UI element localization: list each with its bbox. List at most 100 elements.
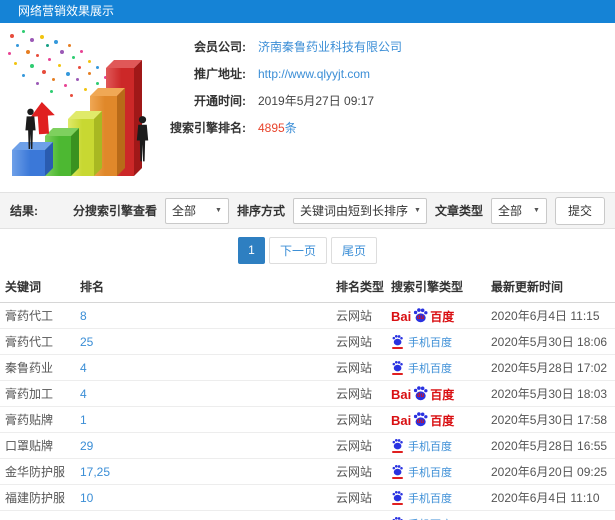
mobile-baidu-logo-icon: 手机百度	[391, 516, 452, 520]
submit-button[interactable]: 提交	[554, 196, 605, 225]
page-button-current[interactable]: 1	[237, 236, 265, 264]
table-row: 膏药代工 25 云网站 手机百度 2020年5月30日 18:06	[0, 329, 615, 355]
mobile-baidu-label: 手机百度	[408, 440, 452, 453]
chevron-down-icon: ▼	[215, 207, 222, 214]
header-update-time: 最新更新时间	[491, 280, 564, 294]
keyword-cell: 膏药代工	[5, 309, 54, 323]
paw-underline	[392, 373, 403, 375]
mobile-baidu-logo-icon: 手机百度	[391, 490, 452, 506]
rank-link[interactable]: 4	[80, 387, 87, 401]
sort-value: 关键词由短到长排序	[299, 204, 408, 218]
rank-link[interactable]: 29	[80, 439, 93, 453]
baidu-paw-icon: du	[414, 386, 428, 401]
rank-cell: 17,25	[80, 465, 336, 479]
rank-cell: 4	[80, 361, 336, 375]
info-row-url: 推广地址: http://www.qlyyjt.com	[0, 60, 615, 87]
table-row: 膏药贴牌 1 云网站 Bai du 百度 2020年5月30日 17:58	[0, 407, 615, 433]
rank-type-cell: 云网站	[336, 439, 373, 453]
page: 网络营销效果展示 会员公司: 济南秦鲁药业科技有限公司 推广地址: http:/…	[0, 0, 615, 520]
keyword-cell: 膏药贴牌	[5, 413, 54, 427]
window-titlebar: 网络营销效果展示	[0, 0, 615, 23]
baidu-paw-icon	[392, 464, 403, 476]
sort-select[interactable]: 关键词由短到长排序 ▼	[292, 197, 427, 224]
mobile-baidu-logo-icon: 手机百度	[391, 360, 452, 376]
rank-link[interactable]: 4	[80, 361, 87, 375]
rank-cell: 4	[80, 387, 336, 401]
engine-cell: Bai du 百度	[391, 385, 491, 402]
rank-cell: 1	[80, 413, 336, 427]
rank-count-number: 4895	[258, 121, 285, 135]
rank-link[interactable]: 1	[80, 413, 87, 427]
sort-label: 排序方式	[236, 204, 285, 218]
rank-type-cell: 云网站	[336, 413, 373, 427]
article-type-value: 全部	[497, 204, 522, 218]
header-engine-type: 搜索引擎类型	[391, 280, 464, 294]
engine-cell: 手机百度	[391, 334, 491, 350]
mobile-baidu-logo-icon: 手机百度	[391, 464, 452, 480]
keyword-cell: 秦鲁药业	[5, 361, 54, 375]
paw-underline	[392, 477, 403, 479]
top-section: 会员公司: 济南秦鲁药业科技有限公司 推广地址: http://www.qlyy…	[0, 23, 615, 189]
header-rank: 排名	[80, 280, 105, 294]
keyword-cell: 金华防护服	[5, 465, 66, 479]
engine-filter-label: 分搜索引擎查看	[72, 204, 157, 218]
rank-type-cell: 云网站	[336, 465, 373, 479]
rank-link[interactable]: 8	[80, 309, 87, 323]
keyword-cell: 膏药加工	[5, 387, 54, 401]
rank-count-value: 4895条	[258, 119, 297, 136]
next-page-button[interactable]: 下一页	[268, 236, 327, 264]
paw-underline	[392, 503, 403, 505]
mobile-baidu-logo-icon: 手机百度	[391, 334, 452, 350]
svg-text:du: du	[417, 419, 425, 425]
chevron-down-icon: ▼	[533, 207, 540, 214]
table-body: 膏药代工 8 云网站 Bai du 百度 2020年6月4日 11:15 膏药代工…	[0, 303, 615, 520]
rank-type-cell: 云网站	[336, 309, 373, 323]
promo-url-link[interactable]: http://www.qlyyjt.com	[258, 67, 370, 81]
chart-bar	[12, 142, 53, 176]
businessman-figure	[136, 116, 149, 162]
pagination: 1 下一页 尾页	[0, 229, 615, 271]
rank-type-cell: 云网站	[336, 387, 373, 401]
table-row: 膏药代工 8 云网站 Bai du 百度 2020年6月4日 11:15	[0, 303, 615, 329]
baidu-paw-icon: du	[414, 412, 428, 427]
company-label: 会员公司:	[194, 40, 246, 54]
engine-filter-select[interactable]: 全部 ▼	[164, 197, 229, 224]
header-rank-type: 排名类型	[336, 280, 385, 294]
baidu-paw-icon	[392, 334, 403, 346]
engine-filter-value: 全部	[171, 204, 196, 218]
engine-cell: Bai du 百度	[391, 411, 491, 428]
baidu-paw-icon	[392, 516, 403, 520]
keyword-cell: 口罩贴牌	[5, 439, 54, 453]
rank-link[interactable]: 10	[80, 491, 93, 505]
result-label: 结果:	[10, 204, 38, 218]
date-cell: 2020年5月30日 18:03	[491, 387, 608, 401]
table-row: 金华防护服 17,25 云网站 手机百度 2020年6月20日 09:25	[0, 459, 615, 485]
table-row: 膏药加工 4 云网站 Bai du 百度 2020年5月30日 18:03	[0, 381, 615, 407]
svg-text:du: du	[417, 315, 425, 321]
company-link[interactable]: 济南秦鲁药业科技有限公司	[258, 38, 402, 55]
info-row-company: 会员公司: 济南秦鲁药业科技有限公司	[0, 33, 615, 60]
baidu-paw-icon: du	[414, 308, 428, 323]
paw-underline	[392, 451, 403, 453]
rank-cell: 29	[80, 439, 336, 453]
table-row: 福建防护服 10 云网站 手机百度 2020年6月4日 11:10	[0, 485, 615, 511]
mobile-baidu-label: 手机百度	[408, 466, 452, 479]
baidu-logo-icon: Bai du 百度	[391, 308, 455, 324]
businessman-figure	[25, 108, 36, 150]
article-type-select[interactable]: 全部 ▼	[490, 197, 547, 224]
mobile-baidu-label: 手机百度	[408, 492, 452, 505]
engine-cell: 手机百度	[391, 438, 491, 454]
rank-link[interactable]: 17,25	[80, 465, 110, 479]
date-cell: 2020年5月28日 17:02	[491, 361, 608, 375]
open-time-value: 2019年5月27日 09:17	[258, 94, 375, 108]
table-row: 口罩贴牌 29 云网站 手机百度 2020年5月28日 16:55	[0, 433, 615, 459]
chevron-down-icon: ▼	[413, 207, 421, 214]
keyword-cell: 膏药代工	[5, 335, 54, 349]
mobile-baidu-label: 手机百度	[408, 362, 452, 375]
article-type-label: 文章类型	[434, 204, 483, 218]
rank-link[interactable]: 25	[80, 335, 93, 349]
baidu-logo-icon: Bai du 百度	[391, 412, 455, 428]
filter-group: 分搜索引擎查看 全部 ▼ 排序方式 关键词由短到长排序 ▼ 文章类型 全部 ▼ …	[72, 196, 605, 225]
engine-cell: Bai du 百度	[391, 307, 491, 324]
last-page-button[interactable]: 尾页	[331, 236, 378, 264]
